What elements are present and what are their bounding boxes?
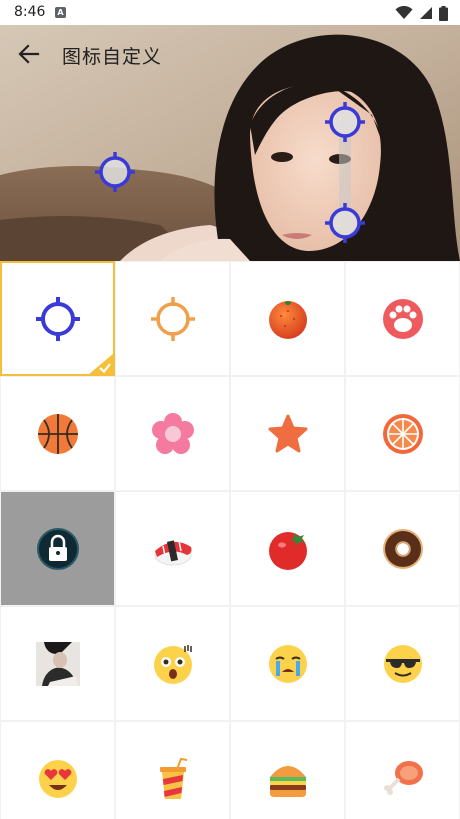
orange-slice-icon [382,413,423,454]
drink-cup-icon [159,757,187,799]
grid-cell-sunglasses-emoji[interactable] [345,606,460,721]
heart-eyes-emoji-icon [38,759,77,798]
wifi-icon [395,6,413,19]
back-button[interactable] [14,39,44,69]
grid-cell-burger[interactable] [230,721,345,819]
crosshair-orange-icon [150,296,195,341]
app: 8:46 A 图标自定义 [0,0,460,819]
flower-icon [151,412,194,454]
orange-ball-icon [268,300,307,339]
signal-icon [420,7,432,19]
lock-icon [36,527,79,570]
grid-cell-donut[interactable] [345,491,460,606]
sunglasses-emoji-icon [383,644,422,683]
grid-cell-orange-ball[interactable] [230,261,345,376]
selected-check-icon [89,353,113,374]
status-time: 8:46 [14,4,46,20]
grid-cell-drink-cup[interactable] [115,721,230,819]
crying-emoji-icon [268,644,307,683]
grid-cell-shocked-emoji[interactable] [115,606,230,721]
grid-cell-crosshair-blue[interactable] [0,261,115,376]
grid-cell-lock[interactable] [0,491,115,606]
status-bar: 8:46 A [0,0,460,25]
paw-icon [382,298,423,339]
basketball-icon [37,413,78,454]
grid-cell-heart-eyes-emoji[interactable] [0,721,115,819]
grid-cell-crying-emoji[interactable] [230,606,345,721]
shocked-emoji-icon [153,644,192,684]
header-preview: 图标自定义 [0,25,460,261]
grid-cell-photo[interactable] [0,606,115,721]
crosshair-blue-icon [35,296,80,341]
burger-icon [269,765,306,797]
grid-cell-paw[interactable] [345,261,460,376]
icon-grid [0,261,460,819]
grid-cell-crosshair-orange[interactable] [115,261,230,376]
sushi-icon [154,539,191,565]
grid-cell-orange-slice[interactable] [345,376,460,491]
drumstick-icon [383,760,423,795]
position-marker-left[interactable] [95,152,135,192]
page-title: 图标自定义 [62,46,163,68]
grid-cell-star[interactable] [230,376,345,491]
donut-icon [382,528,423,569]
grid-cell-tomato[interactable] [230,491,345,606]
grid-cell-drumstick[interactable] [345,721,460,819]
tomato-icon [268,531,307,570]
arrow-left-icon [18,44,40,64]
position-marker-bottom[interactable] [325,203,365,243]
system-icons [395,5,448,21]
position-marker-top[interactable] [325,102,365,142]
notification-icon: A [55,7,66,18]
grid-cell-sushi[interactable] [115,491,230,606]
photo-thumbnail-icon [35,641,80,686]
grid-cell-flower[interactable] [115,376,230,491]
star-icon [268,414,307,452]
battery-icon [439,5,448,21]
grid-cell-basketball[interactable] [0,376,115,491]
